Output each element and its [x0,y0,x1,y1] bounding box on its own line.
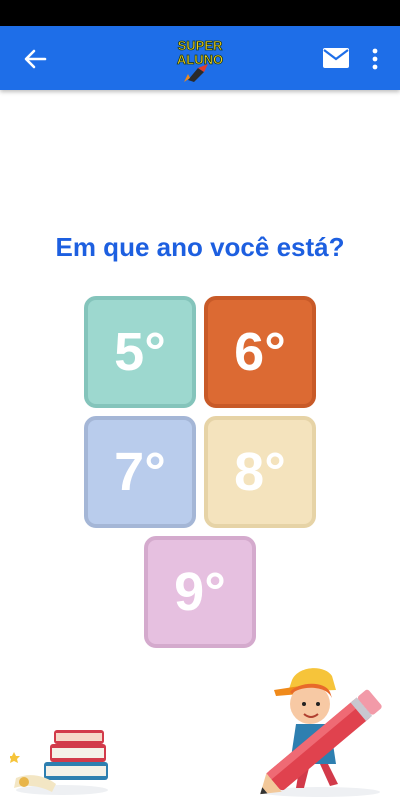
grade-5-button[interactable]: 5° [84,296,196,408]
student-with-pencil-illustration [260,668,382,797]
books-illustration [10,730,108,795]
super-aluno-logo: SUPER ALUNO [176,38,224,82]
logo-text-super: SUPER [178,38,223,53]
grade-8-button[interactable]: 8° [204,416,316,528]
more-vertical-icon[interactable] [364,44,386,74]
app-bar: SUPER ALUNO [0,26,400,90]
grade-9-button[interactable]: 9° [144,536,256,648]
logo-text-aluno: ALUNO [177,52,223,67]
grade-question: Em que ano você está? [55,232,345,262]
grade-7-button[interactable]: 7° [84,416,196,528]
grade-6-button[interactable]: 6° [204,296,316,408]
mail-icon[interactable] [321,46,351,70]
status-bar [0,0,400,26]
back-arrow-icon[interactable] [20,44,50,74]
